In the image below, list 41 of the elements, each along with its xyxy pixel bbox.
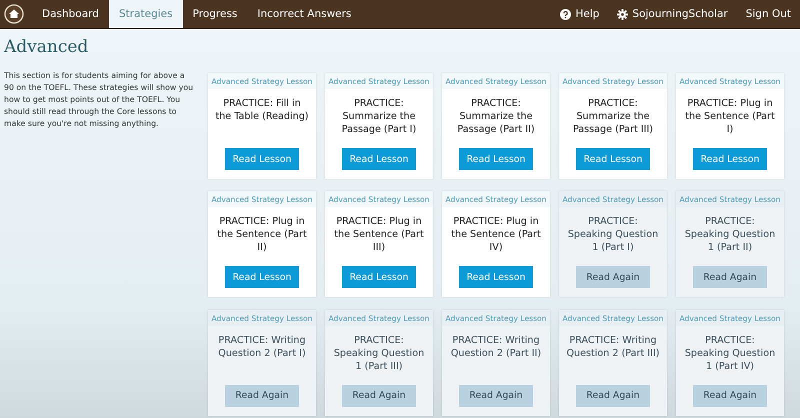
nav-tab[interactable]: Strategies [108,0,183,28]
lesson-title: PRACTICE: Plug in the Sentence (Part III) [333,215,425,256]
read-again-button[interactable]: Read Again [693,266,767,288]
lesson-title: PRACTICE: Writing Question 2 (Part I) [217,334,307,361]
read-lesson-button[interactable]: Read Lesson [342,148,416,170]
read-again-button[interactable]: Read Again [342,384,416,407]
lesson-title: PRACTICE: Summarize the Passage (Part III) [572,97,654,137]
lesson-title: PRACTICE: Plug in the Sentence (Part II) [216,215,308,256]
read-again-button[interactable]: Read Again [693,384,767,407]
nav-tab[interactable]: Dashboard [32,0,109,28]
lesson-title: PRACTICE: Speaking Question 1 (Part II) [684,215,776,256]
home-logo-icon[interactable] [4,4,24,24]
settings-icon [617,8,628,20]
lesson-title: PRACTICE: Speaking Question 1 (Part I) [566,215,660,256]
read-lesson-button[interactable]: Read Lesson [342,266,416,288]
read-lesson-button[interactable]: Read Lesson [693,148,767,170]
help-link[interactable]: Help [551,0,608,28]
lesson-title: PRACTICE: Speaking Question 1 (Part IV) [684,334,776,374]
read-lesson-button[interactable]: Read Lesson [459,266,533,288]
sign-out-link[interactable]: Sign Out [736,0,800,28]
read-lesson-button[interactable]: Read Lesson [459,148,533,170]
nav-tab[interactable]: Progress [182,0,248,28]
nav-tab[interactable]: Incorrect Answers [247,0,362,28]
lesson-title: PRACTICE: Summarize the Passage (Part I) [340,97,418,137]
help-icon [560,8,572,20]
read-again-button[interactable]: Read Again [459,384,533,407]
lesson-title: PRACTICE: Writing Question 2 (Part III) [565,334,661,361]
read-lesson-button[interactable]: Read Lesson [225,148,299,170]
read-again-button[interactable]: Read Again [576,266,650,288]
read-lesson-button[interactable]: Read Lesson [576,148,650,170]
lesson-title: PRACTICE: Speaking Question 1 (Part III) [332,334,426,374]
read-again-button[interactable]: Read Again [225,384,299,407]
lesson-title: PRACTICE: Summarize the Passage (Part II) [456,97,536,137]
account-link[interactable]: SojourningScholar [608,0,737,28]
read-again-button[interactable]: Read Again [576,384,650,407]
section-title: Advanced [4,37,90,57]
lesson-title: PRACTICE: Plug in the Sentence (Part IV) [450,215,542,256]
lesson-title: PRACTICE: Plug in the Sentence (Part I) [684,97,776,137]
lesson-title: PRACTICE: Writing Question 2 (Part II) [450,334,542,361]
lesson-title: PRACTICE: Fill in the Table (Reading) [214,97,310,124]
read-lesson-button[interactable]: Read Lesson [225,266,299,288]
